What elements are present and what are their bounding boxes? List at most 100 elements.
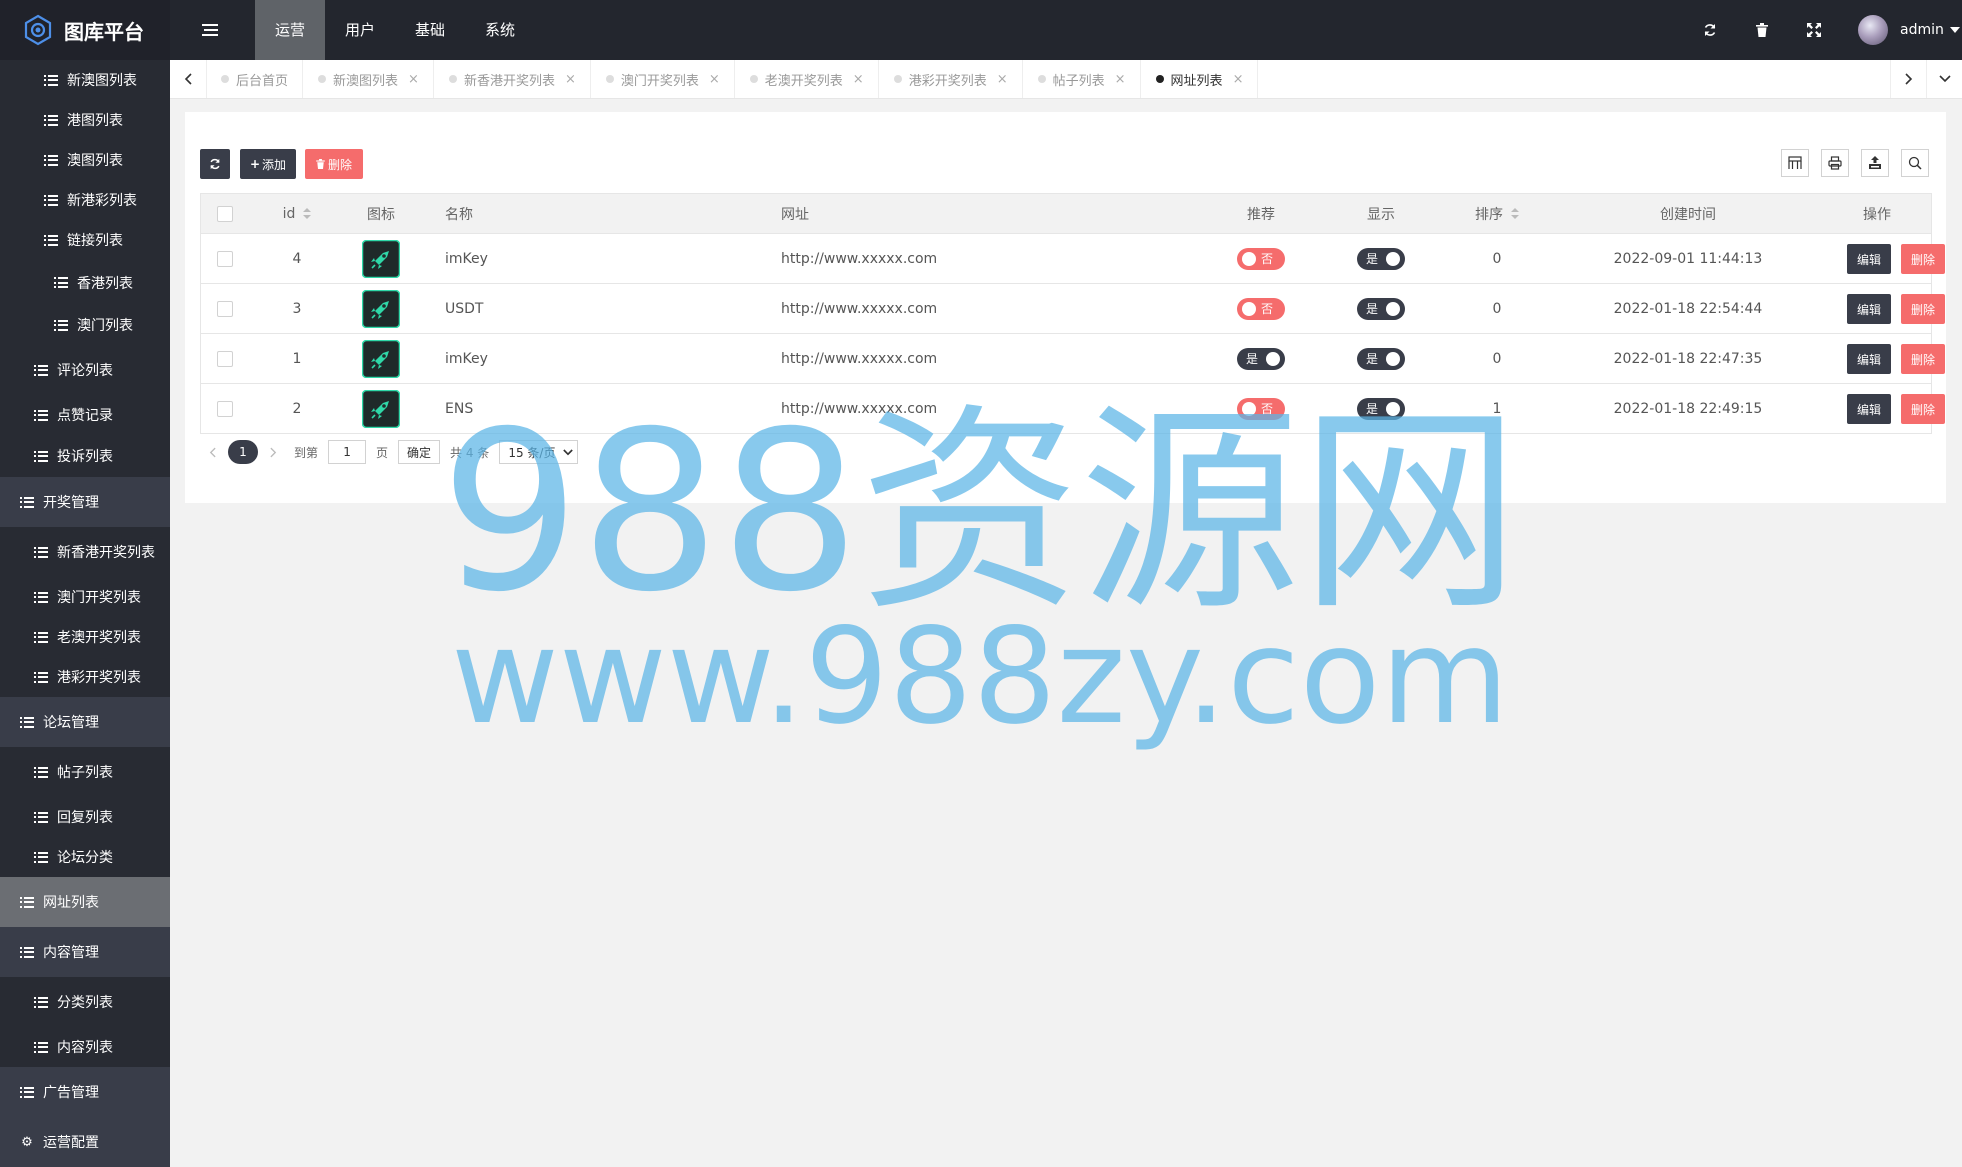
top-nav-basic[interactable]: 基础 bbox=[395, 0, 465, 60]
goto-confirm-button[interactable]: 确定 bbox=[398, 440, 441, 464]
refresh-button[interactable] bbox=[1690, 0, 1730, 60]
sidebar-item-hk-images[interactable]: 港图列表 bbox=[0, 100, 170, 140]
bulk-delete-button[interactable]: 删除 bbox=[305, 149, 363, 179]
sidebar-item-links[interactable]: 链接列表 bbox=[0, 220, 170, 260]
sidebar-item-url-list[interactable]: 网址列表 bbox=[0, 877, 170, 927]
display-switch[interactable]: 是 bbox=[1357, 297, 1405, 320]
sidebar-item-old-macau-draws[interactable]: 老澳开奖列表 bbox=[0, 617, 170, 657]
sidebar-item-posts[interactable]: 帖子列表 bbox=[0, 747, 170, 797]
sidebar-item-forum-management[interactable]: 论坛管理 bbox=[0, 697, 170, 747]
sidebar-item-new-hk-draws[interactable]: 新香港开奖列表 bbox=[0, 527, 170, 577]
tab-url-list[interactable]: 网址列表 × bbox=[1141, 60, 1259, 98]
display-switch[interactable]: 是 bbox=[1357, 247, 1405, 270]
app-title: 图库平台 bbox=[64, 19, 144, 44]
row-checkbox[interactable] bbox=[217, 400, 233, 417]
prev-page-button[interactable] bbox=[200, 447, 224, 458]
recommend-switch[interactable]: 否 bbox=[1237, 397, 1285, 420]
sidebar-item-comments[interactable]: 评论列表 bbox=[0, 345, 170, 395]
goto-page-input[interactable]: 1 bbox=[328, 440, 367, 464]
fullscreen-button[interactable] bbox=[1794, 0, 1834, 60]
edit-button[interactable]: 编辑 bbox=[1847, 394, 1891, 424]
close-icon[interactable]: × bbox=[408, 72, 419, 87]
page-size-select[interactable]: 15 条/页 bbox=[499, 440, 579, 464]
tab-scroll-left-button[interactable] bbox=[170, 60, 207, 98]
top-nav-system[interactable]: 系统 bbox=[465, 0, 535, 60]
delete-button[interactable]: 删除 bbox=[1901, 344, 1945, 374]
delete-button[interactable]: 删除 bbox=[1901, 394, 1945, 424]
row-checkbox[interactable] bbox=[217, 300, 233, 317]
sidebar-item-replies[interactable]: 回复列表 bbox=[0, 797, 170, 837]
top-nav-users[interactable]: 用户 bbox=[325, 0, 395, 60]
rocket-icon[interactable] bbox=[362, 389, 400, 428]
edit-button[interactable]: 编辑 bbox=[1847, 294, 1891, 324]
cell-sort: 0 bbox=[1492, 250, 1502, 267]
row-checkbox[interactable] bbox=[217, 350, 233, 367]
rocket-icon[interactable] bbox=[362, 239, 400, 278]
close-icon[interactable]: × bbox=[565, 72, 576, 87]
edit-button[interactable]: 编辑 bbox=[1847, 244, 1891, 274]
tab-new-hk-draws[interactable]: 新香港开奖列表 × bbox=[434, 60, 591, 98]
add-button[interactable]: + 添加 bbox=[240, 149, 296, 179]
tab-dashboard[interactable]: 后台首页 bbox=[206, 60, 304, 98]
sidebar-item-complaints[interactable]: 投诉列表 bbox=[0, 435, 170, 477]
menu-toggle-button[interactable] bbox=[190, 0, 230, 60]
display-switch[interactable]: 是 bbox=[1357, 397, 1405, 420]
close-icon[interactable]: × bbox=[853, 72, 864, 87]
clear-cache-button[interactable] bbox=[1742, 0, 1782, 60]
sidebar-item-ops-config[interactable]: ⚙ 运营配置 bbox=[0, 1117, 170, 1167]
sort-icon[interactable] bbox=[303, 208, 312, 219]
rocket-icon[interactable] bbox=[362, 289, 400, 328]
recommend-switch[interactable]: 否 bbox=[1237, 297, 1285, 320]
tab-hk-lottery-draws[interactable]: 港彩开奖列表 × bbox=[879, 60, 1023, 98]
sidebar-item-macau-list[interactable]: 澳门列表 bbox=[0, 305, 170, 345]
sidebar-item-new-hk-lottery[interactable]: 新港彩列表 bbox=[0, 180, 170, 220]
rocket-icon[interactable] bbox=[362, 339, 400, 378]
sidebar-item-likes[interactable]: 点赞记录 bbox=[0, 395, 170, 435]
tab-macau-draws[interactable]: 澳门开奖列表 × bbox=[591, 60, 735, 98]
header-sort[interactable]: 排序 bbox=[1441, 194, 1553, 233]
sidebar-item-lottery-management[interactable]: 开奖管理 bbox=[0, 477, 170, 527]
sidebar-item-ad-management[interactable]: 广告管理 bbox=[0, 1067, 170, 1117]
sidebar-item-new-macau-images[interactable]: 新澳图列表 bbox=[0, 60, 170, 100]
select-all-checkbox[interactable] bbox=[217, 205, 233, 222]
next-page-button[interactable] bbox=[258, 447, 288, 458]
delete-button[interactable]: 删除 bbox=[1901, 244, 1945, 274]
close-icon[interactable]: × bbox=[997, 72, 1008, 87]
display-switch[interactable]: 是 bbox=[1357, 347, 1405, 370]
top-nav-ops[interactable]: 运营 bbox=[255, 0, 326, 60]
column-filter-button[interactable] bbox=[1781, 149, 1809, 177]
page-number-current[interactable]: 1 bbox=[228, 440, 258, 464]
header-id[interactable]: id bbox=[249, 194, 345, 233]
edit-button[interactable]: 编辑 bbox=[1847, 344, 1891, 374]
sidebar-item-hk-lottery-draws[interactable]: 港彩开奖列表 bbox=[0, 657, 170, 697]
sidebar-item-label: 港图列表 bbox=[67, 113, 123, 129]
close-icon[interactable]: × bbox=[709, 72, 720, 87]
tab-posts[interactable]: 帖子列表 × bbox=[1023, 60, 1141, 98]
tab-menu-button[interactable] bbox=[1926, 60, 1962, 98]
reload-table-button[interactable] bbox=[200, 149, 230, 179]
sidebar-item-macau-draws[interactable]: 澳门开奖列表 bbox=[0, 577, 170, 617]
sidebar-item-forum-categories[interactable]: 论坛分类 bbox=[0, 837, 170, 877]
sidebar-item-macau-images[interactable]: 澳图列表 bbox=[0, 140, 170, 180]
recommend-switch[interactable]: 否 bbox=[1237, 247, 1285, 270]
search-button[interactable] bbox=[1901, 149, 1929, 177]
export-button[interactable] bbox=[1861, 149, 1889, 177]
sort-icon[interactable] bbox=[1511, 208, 1519, 219]
sidebar-item-category-list[interactable]: 分类列表 bbox=[0, 977, 170, 1027]
delete-button[interactable]: 删除 bbox=[1901, 294, 1945, 324]
recommend-switch[interactable]: 是 bbox=[1237, 347, 1285, 370]
sidebar-item-content-management[interactable]: 内容管理 bbox=[0, 927, 170, 977]
sidebar-item-content-list[interactable]: 内容列表 bbox=[0, 1027, 170, 1067]
close-icon[interactable]: × bbox=[1115, 72, 1126, 87]
logo[interactable]: 图库平台 bbox=[0, 0, 170, 60]
tab-new-macau-images[interactable]: 新澳图列表 × bbox=[303, 60, 434, 98]
print-button[interactable] bbox=[1821, 149, 1849, 177]
close-icon[interactable]: × bbox=[1233, 72, 1244, 87]
tab-old-macau-draws[interactable]: 老澳开奖列表 × bbox=[735, 60, 879, 98]
tab-scroll-right-button[interactable] bbox=[1890, 60, 1927, 98]
chevron-left-icon bbox=[184, 73, 192, 85]
row-checkbox[interactable] bbox=[217, 250, 233, 267]
header-checkbox-cell bbox=[201, 194, 249, 233]
sidebar-item-hk-list[interactable]: 香港列表 bbox=[0, 260, 170, 305]
user-menu[interactable]: admin bbox=[1858, 0, 1960, 60]
